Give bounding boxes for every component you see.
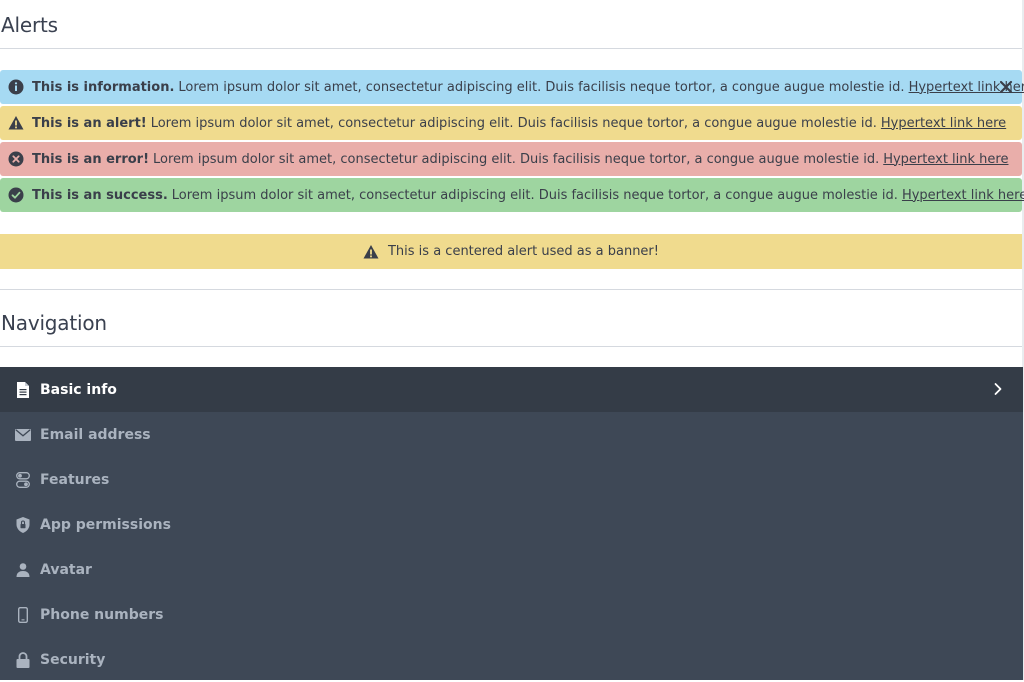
navigation-heading: Navigation xyxy=(1,311,107,335)
section-divider xyxy=(0,289,1022,290)
user-icon xyxy=(15,562,31,578)
lock-icon xyxy=(15,651,31,668)
navigation-menu: Basic info Email address Features App pe… xyxy=(0,367,1023,680)
nav-item-email-address[interactable]: Email address xyxy=(0,412,1023,457)
document-icon xyxy=(15,381,31,398)
info-circle-icon xyxy=(8,79,24,95)
close-icon[interactable] xyxy=(998,79,1014,95)
nav-item-label: Security xyxy=(40,651,106,668)
info-alert: This is information. Lorem ipsum dolor s… xyxy=(0,70,1024,104)
banner-text: This is a centered alert used as a banne… xyxy=(387,244,659,259)
warning-alert-title: This is an alert! xyxy=(32,115,147,131)
nav-item-label: Avatar xyxy=(40,561,92,578)
nav-item-security[interactable]: Security xyxy=(0,637,1023,682)
nav-item-basic-info[interactable]: Basic info xyxy=(0,367,1023,412)
nav-item-label: Basic info xyxy=(40,381,117,398)
error-alert: This is an error! Lorem ipsum dolor sit … xyxy=(0,142,1022,176)
success-alert-title: This is an success. xyxy=(32,187,168,203)
phone-icon xyxy=(15,606,31,623)
check-circle-icon xyxy=(8,187,24,203)
shield-lock-icon xyxy=(15,516,31,533)
nav-item-app-permissions[interactable]: App permissions xyxy=(0,502,1023,547)
nav-item-label: Phone numbers xyxy=(40,606,164,623)
nav-item-label: App permissions xyxy=(40,516,171,533)
info-alert-message: Lorem ipsum dolor sit amet, consectetur … xyxy=(178,79,905,95)
success-alert-message: Lorem ipsum dolor sit amet, consectetur … xyxy=(171,187,898,203)
warning-triangle-icon xyxy=(8,115,24,131)
error-alert-title: This is an error! xyxy=(32,151,150,167)
alerts-heading-divider xyxy=(0,48,1022,49)
toggles-icon xyxy=(15,471,31,488)
success-alert-link[interactable]: Hypertext link here xyxy=(902,188,1024,203)
error-alert-message: Lorem ipsum dolor sit amet, consectetur … xyxy=(153,151,880,167)
envelope-icon xyxy=(15,427,31,443)
warning-triangle-icon xyxy=(363,244,379,260)
error-alert-link[interactable]: Hypertext link here xyxy=(883,152,1008,167)
warning-alert-message: Lorem ipsum dolor sit amet, consectetur … xyxy=(150,115,877,131)
nav-item-features[interactable]: Features xyxy=(0,457,1023,502)
info-alert-title: This is information. xyxy=(32,79,175,95)
warning-alert: This is an alert! Lorem ipsum dolor sit … xyxy=(0,106,1022,140)
nav-item-label: Features xyxy=(40,471,110,488)
navigation-heading-divider xyxy=(0,346,1022,347)
nav-item-phone-numbers[interactable]: Phone numbers xyxy=(0,592,1023,637)
nav-item-label: Email address xyxy=(40,426,151,443)
nav-item-avatar[interactable]: Avatar xyxy=(0,547,1023,592)
alerts-heading: Alerts xyxy=(1,13,58,37)
success-alert: This is an success. Lorem ipsum dolor si… xyxy=(0,178,1024,212)
centered-banner-alert: This is a centered alert used as a banne… xyxy=(0,234,1022,269)
chevron-right-icon xyxy=(993,382,1003,396)
error-circle-icon xyxy=(8,151,24,167)
warning-alert-link[interactable]: Hypertext link here xyxy=(881,116,1006,131)
